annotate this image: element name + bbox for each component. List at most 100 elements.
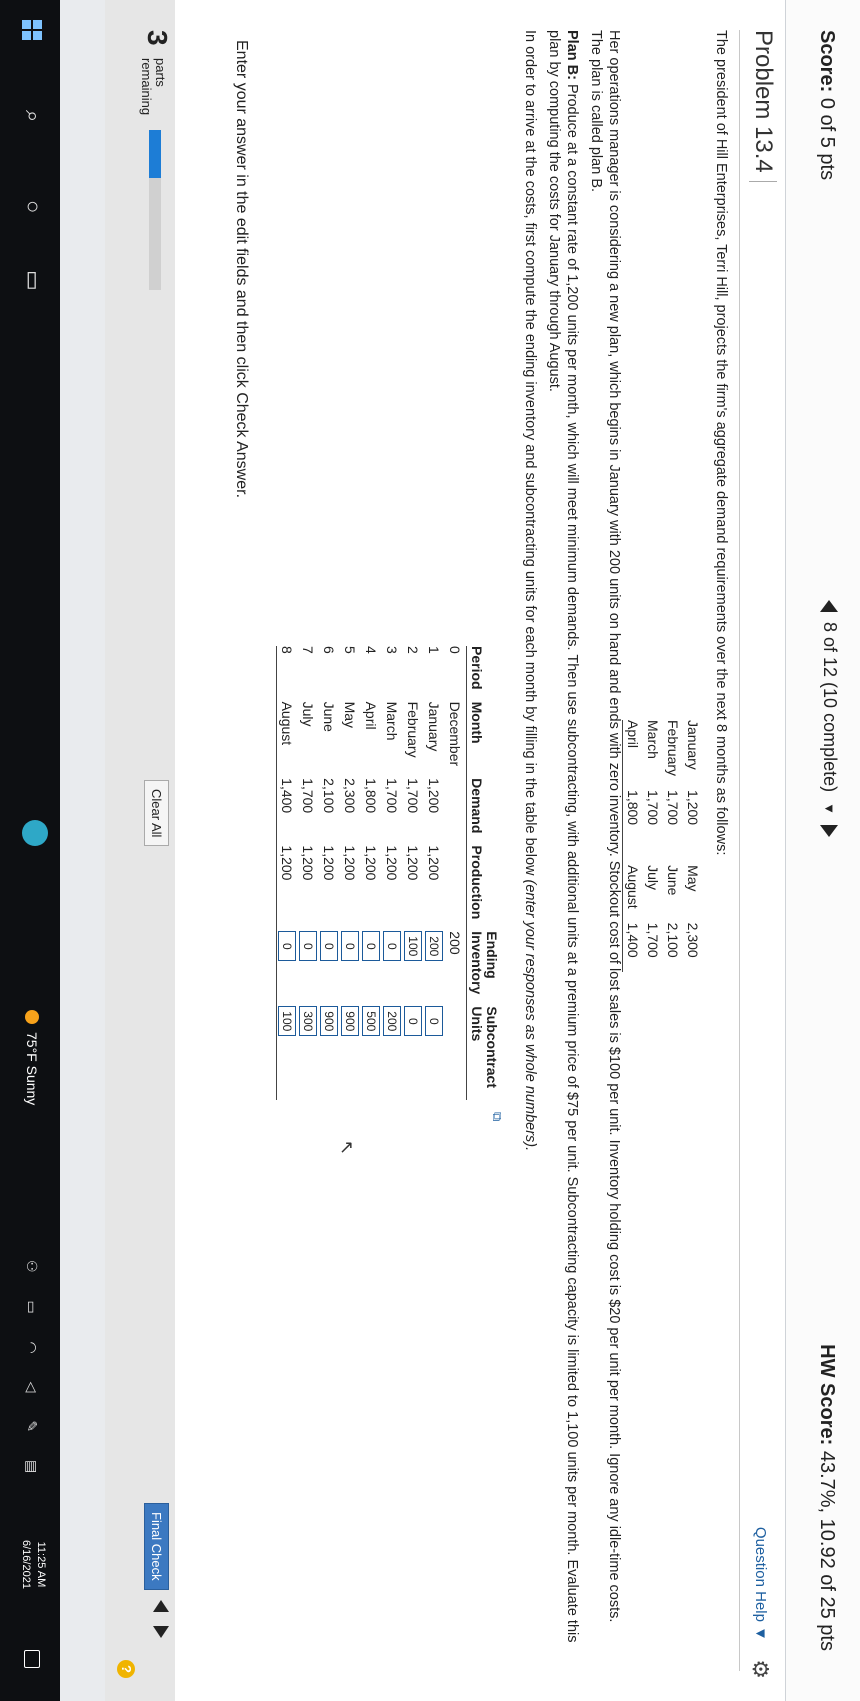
demand-value: 2,100 (665, 922, 681, 958)
month-cell: August (276, 701, 298, 779)
score-value: 0 of 5 pts (816, 97, 838, 181)
demand-cell: 1,700 (384, 778, 401, 814)
subcontract-cell-input[interactable]: 500 (362, 1006, 381, 1037)
help-icon[interactable]: ? (117, 1660, 135, 1678)
plan-b-text: Plan B: Produce at a constant rate of 1,… (545, 30, 581, 1650)
subcontract-cell-input[interactable]: 900 (320, 1006, 339, 1037)
ending-inventory-cell-input[interactable]: 0 (278, 931, 297, 962)
task-view-icon[interactable]: ▭ (20, 270, 46, 291)
windows-start-icon[interactable] (22, 20, 42, 40)
month-cell: June (321, 701, 338, 732)
copy-icon[interactable]: ⧉ (489, 1112, 505, 1121)
question-nav-label[interactable]: 8 of 12 (10 complete) (819, 622, 840, 792)
cortana-icon[interactable]: ○ (20, 200, 46, 213)
mouse-cursor-icon: ↖ (337, 1140, 357, 1156)
parts-remaining: parts remaining (139, 58, 168, 115)
prev-question-icon[interactable] (820, 600, 839, 612)
final-check-button[interactable]: Final Check (144, 1503, 169, 1590)
production-cell (445, 845, 467, 931)
table-row: 2 February 1,700 1,200 100 0 (403, 646, 424, 1100)
demand-cell: 1,700 (405, 778, 422, 814)
ending-inventory-cell: 0 (340, 931, 361, 1006)
ending-inventory-cell: 0 (276, 931, 298, 1007)
ending-inventory-cell-input[interactable]: 0 (383, 931, 402, 962)
question-help-button[interactable]: Question Help ▼ (752, 1527, 769, 1641)
demand-month: June (665, 865, 681, 896)
pager (153, 1600, 169, 1638)
taskbar: ⌕ ○ ▭ 75°F Sunny ⚇ ▭ ◠ ◁ ✎ ▤ 11:25 AM 6/… (0, 0, 60, 1701)
demand-value: 1,700 (665, 790, 681, 826)
col-demand: Demand (466, 778, 499, 846)
hw-label: HW Score: (816, 1344, 838, 1446)
next-part-icon[interactable] (153, 1626, 169, 1638)
ending-inventory-cell-input[interactable]: 0 (341, 931, 360, 962)
clear-all-button[interactable]: Clear All (144, 780, 169, 847)
notification-icon[interactable] (24, 1650, 40, 1668)
demand-value: 1,400 (622, 922, 643, 972)
subcontract-cell-input[interactable]: 0 (404, 1006, 423, 1037)
subcontract-cell: 900 (319, 1006, 340, 1100)
subcontract-cell-input[interactable]: 100 (278, 1006, 297, 1037)
search-icon[interactable]: ⌕ (20, 110, 46, 122)
demand-table: January 1,200 May 2,300 February 1,700 June 2,1… (622, 720, 703, 972)
demand-row: January 1,200 May 2,300 (683, 720, 703, 972)
gear-icon[interactable]: ⚙ (747, 1659, 773, 1679)
subcontract-cell-input[interactable]: 300 (299, 1006, 318, 1037)
ending-inventory-cell-input[interactable]: 0 (320, 931, 339, 962)
ending-inventory-cell-input[interactable]: 0 (299, 931, 318, 962)
table-row: 6 June 2,100 1,200 0 900 (319, 646, 340, 1100)
subcontract-cell: 0 (403, 1006, 424, 1100)
ending-inventory-cell-input[interactable]: 100 (404, 931, 423, 962)
table-row: 3 March 1,700 1,200 0 200 (382, 646, 403, 1100)
plan-description: Her operations manager is considering a … (588, 30, 622, 1623)
col-month: Month (466, 701, 499, 779)
subcontract-cell-input[interactable]: 900 (341, 1006, 360, 1037)
period-cell: 8 (276, 646, 298, 702)
system-tray[interactable]: ⚇ ▭ ◠ ◁ ✎ ▤ (23, 1260, 40, 1485)
subcontract-cell: 100 (276, 1006, 298, 1100)
period-cell: 7 (300, 646, 317, 654)
instruction-text: In order to arrive at the costs, first c… (521, 30, 539, 1650)
subcontract-cell: 0 (424, 1006, 445, 1100)
col-ending-bottom: Inventory (469, 931, 485, 995)
subcontract-cell: 500 (361, 1006, 382, 1100)
month-cell: March (384, 701, 401, 741)
next-question-icon[interactable] (820, 824, 839, 837)
subcontract-cell-input[interactable]: 200 (383, 1006, 402, 1037)
progress-bar (149, 130, 161, 290)
subcontract-cell-input[interactable]: 0 (425, 1006, 444, 1037)
demand-month: April (622, 720, 643, 791)
chevron-down-icon[interactable]: ▼ (822, 802, 837, 815)
instruction-body: In order to arrive at the costs, first c… (522, 30, 538, 880)
month-cell: February (405, 701, 422, 758)
weather-text: 75°F Sunny (24, 1032, 40, 1106)
prev-part-icon[interactable] (153, 1600, 169, 1612)
ending-inventory-cell: 0 (319, 931, 340, 1006)
sun-icon (25, 1010, 39, 1024)
col-subcontract: Subcontract Units (466, 1006, 500, 1100)
demand-month: July (645, 865, 661, 890)
table-row: 1 January 1,200 1,200 200 0 (424, 646, 445, 1100)
clock-date: 6/16/2021 (20, 1540, 32, 1589)
browser-icon[interactable] (22, 820, 48, 846)
parts-count: 3 (142, 30, 173, 46)
ending-inventory-cell-input[interactable]: 200 (425, 931, 444, 962)
demand-value: 1,200 (685, 790, 701, 826)
ending-inventory-cell-input[interactable]: 0 (362, 931, 381, 962)
demand-cell: 1,800 (363, 778, 380, 814)
period-cell: 5 (342, 646, 359, 654)
period-cell: 3 (384, 646, 401, 654)
score: Score: 0 of 5 pts (815, 30, 838, 180)
col-ending-inventory: Ending Inventory (466, 931, 500, 1007)
intro-text: The president of Hill Enterprises, Terri… (713, 30, 729, 856)
period-cell: 1 (426, 646, 443, 654)
ending-inventory-cell: 200 (447, 931, 464, 955)
table-row: 5 May 2,300 1,200 0 900 (340, 646, 361, 1100)
table-row: 8 August 1,400 1,200 0 100 (276, 646, 298, 1100)
clock[interactable]: 11:25 AM 6/16/2021 (18, 1540, 48, 1589)
question-nav: 8 of 12 (10 complete) ▼ (819, 600, 840, 837)
demand-cell: 1,700 (300, 778, 317, 814)
chevron-down-icon: ▼ (752, 1626, 769, 1641)
weather-widget[interactable]: 75°F Sunny (24, 1010, 40, 1105)
production-cell: 1,200 (384, 845, 401, 881)
